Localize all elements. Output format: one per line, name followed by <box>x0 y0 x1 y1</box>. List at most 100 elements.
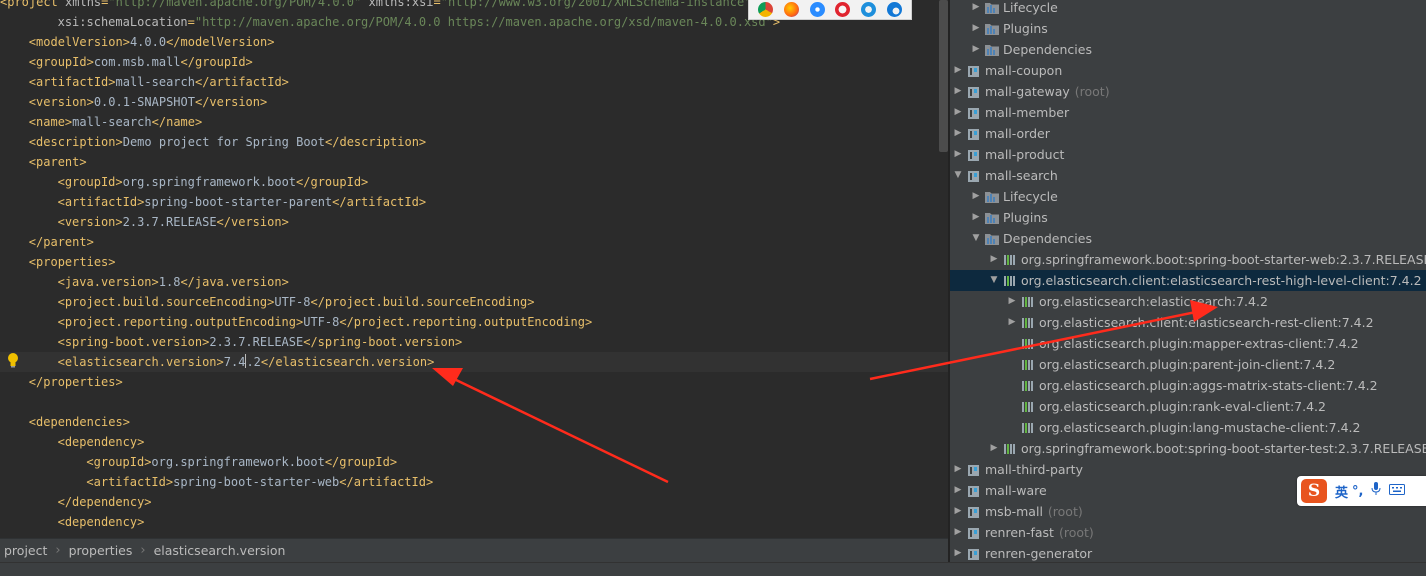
collapsed-arrow-icon[interactable]: ▶ <box>970 39 982 60</box>
collapsed-arrow-icon[interactable]: ▶ <box>952 480 964 501</box>
code-line[interactable]: <artifactId>mall-search</artifactId> <box>0 72 948 92</box>
collapsed-arrow-icon[interactable]: ▶ <box>952 459 964 480</box>
code-line[interactable]: </parent> <box>0 232 948 252</box>
expanded-arrow-icon[interactable]: ▼ <box>988 270 1000 291</box>
collapsed-arrow-icon[interactable]: ▶ <box>970 186 982 207</box>
collapsed-arrow-icon[interactable]: ▶ <box>952 60 964 81</box>
code-line[interactable]: <elasticsearch.version>7.4.2</elasticsea… <box>0 352 948 372</box>
code-line[interactable]: <java.version>1.8</java.version> <box>0 272 948 292</box>
code-line[interactable]: <groupId>com.msb.mall</groupId> <box>0 52 948 72</box>
code-token: mall-search <box>115 75 195 89</box>
code-line[interactable] <box>0 392 948 412</box>
maven-tree-node[interactable]: ▶ renren-fast (root) <box>950 522 1426 543</box>
maven-tree-node[interactable]: ▶ mall-coupon <box>950 60 1426 81</box>
code-token: org.springframework.boot <box>122 175 297 189</box>
code-token: 7.4 <box>223 355 246 369</box>
maven-tree-node[interactable]: ▶ org.elasticsearch.client:elasticsearch-… <box>950 312 1426 333</box>
code-editor[interactable]: <project xmlns="http://maven.apache.org/… <box>0 0 948 538</box>
maven-tree-node[interactable]: ▼ Dependencies <box>950 228 1426 249</box>
microphone-icon[interactable] <box>1371 482 1381 500</box>
code-line[interactable]: <artifactId>spring-boot-starter-web</art… <box>0 472 948 492</box>
maven-module-icon <box>966 168 982 184</box>
code-line[interactable]: <name>mall-search</name> <box>0 112 948 132</box>
code-token: </groupId> <box>180 55 253 69</box>
maven-tree-node[interactable]: ▶ renren-generator <box>950 543 1426 562</box>
code-line[interactable]: <groupId>org.springframework.boot</group… <box>0 452 948 472</box>
maven-tree-label: mall-member <box>985 105 1070 120</box>
code-line-text: xsi:schemaLocation="http://maven.apache.… <box>58 12 780 32</box>
collapsed-arrow-icon[interactable]: ▶ <box>988 249 1000 270</box>
code-token: </artifactId> <box>332 195 427 209</box>
code-token: <project <box>0 0 66 9</box>
code-line[interactable]: <parent> <box>0 152 948 172</box>
code-line[interactable]: <project.reporting.outputEncoding>UTF-8<… <box>0 312 948 332</box>
code-token: org.springframework.boot <box>151 455 325 469</box>
collapsed-arrow-icon[interactable]: ▶ <box>1006 291 1018 312</box>
chrome-icon[interactable] <box>758 2 774 17</box>
collapsed-arrow-icon[interactable]: ▶ <box>970 207 982 228</box>
code-line[interactable]: <spring-boot.version>2.3.7.RELEASE</spri… <box>0 332 948 352</box>
maven-tree-node[interactable]: ▶ mall-gateway (root) <box>950 81 1426 102</box>
maven-tree-node[interactable]: ▶ Lifecycle <box>950 186 1426 207</box>
collapsed-arrow-icon[interactable]: ▶ <box>952 102 964 123</box>
maven-tree-node[interactable]: ▶ org.springframework.boot:spring-boot-st… <box>950 249 1426 270</box>
edge-icon[interactable] <box>886 2 902 17</box>
ime-mode-label[interactable]: 英 <box>1335 482 1348 501</box>
code-line[interactable]: <version>0.0.1-SNAPSHOT</version> <box>0 92 948 112</box>
maven-tree-node[interactable]: ▶org.elasticsearch.plugin:rank-eval-clie… <box>950 396 1426 417</box>
maven-tree-node[interactable]: ▶ mall-member <box>950 102 1426 123</box>
code-line[interactable]: <description>Demo project for Spring Boo… <box>0 132 948 152</box>
maven-tree-node[interactable]: ▶ Plugins <box>950 18 1426 39</box>
maven-tree-node[interactable]: ▶org.elasticsearch.plugin:parent-join-cl… <box>950 354 1426 375</box>
breadcrumb-item[interactable]: properties <box>69 543 133 558</box>
maven-tree-node[interactable]: ▼ org.elasticsearch.client:elasticsearch-… <box>950 270 1426 291</box>
collapsed-arrow-icon[interactable]: ▶ <box>988 438 1000 459</box>
collapsed-arrow-icon[interactable]: ▶ <box>1006 312 1018 333</box>
code-token: mall-search <box>72 115 152 129</box>
collapsed-arrow-icon[interactable]: ▶ <box>952 543 964 562</box>
safari-icon[interactable] <box>809 2 825 17</box>
collapsed-arrow-icon[interactable]: ▶ <box>952 81 964 102</box>
breadcrumb-item[interactable]: project <box>4 543 47 558</box>
collapsed-arrow-icon[interactable]: ▶ <box>952 522 964 543</box>
keyboard-icon[interactable] <box>1389 483 1406 499</box>
maven-tree-node[interactable]: ▶ org.springframework.boot:spring-boot-st… <box>950 438 1426 459</box>
maven-tree-node[interactable]: ▶org.elasticsearch.plugin:aggs-matrix-st… <box>950 375 1426 396</box>
code-line[interactable]: <dependency> <box>0 432 948 452</box>
code-line[interactable]: <properties> <box>0 252 948 272</box>
collapsed-arrow-icon[interactable]: ▶ <box>970 0 982 18</box>
code-line[interactable]: <artifactId>spring-boot-starter-parent</… <box>0 192 948 212</box>
code-line[interactable]: <project.build.sourceEncoding>UTF-8</pro… <box>0 292 948 312</box>
code-line[interactable]: <groupId>org.springframework.boot</group… <box>0 172 948 192</box>
collapsed-arrow-icon[interactable]: ▶ <box>952 144 964 165</box>
expanded-arrow-icon[interactable]: ▼ <box>970 228 982 249</box>
ie-icon[interactable] <box>860 2 876 17</box>
maven-tree-node[interactable]: ▶ Lifecycle <box>950 0 1426 18</box>
opera-icon[interactable] <box>835 2 851 17</box>
maven-tree-node[interactable]: ▶ mall-product <box>950 144 1426 165</box>
collapsed-arrow-icon[interactable]: ▶ <box>970 18 982 39</box>
maven-tree-node[interactable]: ▼ mall-search <box>950 165 1426 186</box>
editor-scrollbar[interactable] <box>939 0 948 152</box>
expanded-arrow-icon[interactable]: ▼ <box>952 165 964 186</box>
lightbulb-icon[interactable] <box>6 352 20 368</box>
firefox-icon[interactable] <box>783 2 799 17</box>
maven-tree-node[interactable]: ▶ Dependencies <box>950 39 1426 60</box>
code-line[interactable]: </dependency> <box>0 492 948 512</box>
breadcrumb-item[interactable]: elasticsearch.version <box>154 543 286 558</box>
collapsed-arrow-icon[interactable]: ▶ <box>952 501 964 522</box>
code-line[interactable]: <version>2.3.7.RELEASE</version> <box>0 212 948 232</box>
maven-tree-node[interactable]: ▶org.elasticsearch.plugin:lang-mustache-… <box>950 417 1426 438</box>
maven-tree-node[interactable]: ▶ Plugins <box>950 207 1426 228</box>
code-line[interactable]: <dependencies> <box>0 412 948 432</box>
maven-tree-node[interactable]: ▶org.elasticsearch.plugin:mapper-extras-… <box>950 333 1426 354</box>
maven-tree-label: mall-coupon <box>985 63 1063 78</box>
ime-toolbar[interactable]: S 英 °, <box>1297 476 1426 506</box>
maven-tree-node[interactable]: ▶ org.elasticsearch:elasticsearch:7.4.2 <box>950 291 1426 312</box>
collapsed-arrow-icon[interactable]: ▶ <box>952 123 964 144</box>
ime-punct-label[interactable]: °, <box>1352 484 1363 499</box>
maven-tree-node[interactable]: ▶ mall-order <box>950 123 1426 144</box>
code-line[interactable]: <modelVersion>4.0.0</modelVersion> <box>0 32 948 52</box>
code-line[interactable]: <dependency> <box>0 512 948 532</box>
code-line[interactable]: </properties> <box>0 372 948 392</box>
